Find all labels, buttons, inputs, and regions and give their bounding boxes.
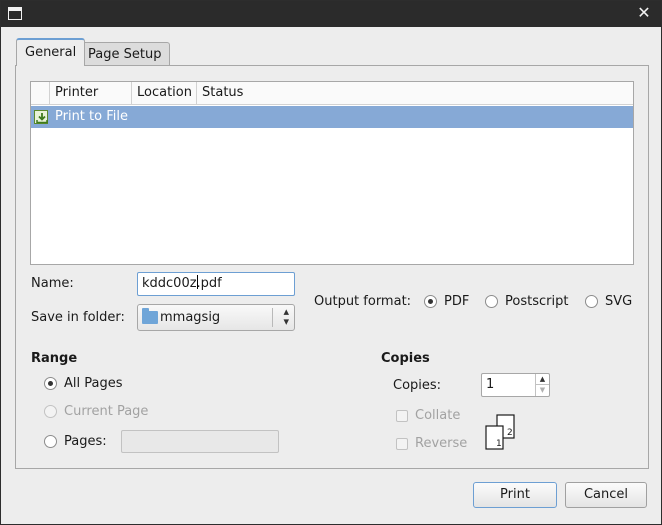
copies-spinner[interactable]: 1 ▲ ▼: [481, 373, 550, 397]
collate-page-number-1: 1: [496, 439, 502, 449]
collate-preview-icon: 2 1: [485, 414, 515, 450]
pages-input[interactable]: [121, 430, 279, 453]
print-button[interactable]: Print: [473, 482, 557, 508]
output-format-postscript-radio[interactable]: [485, 295, 498, 308]
range-pages-radio[interactable]: [44, 435, 57, 448]
column-header-location[interactable]: Location: [131, 82, 196, 104]
save-in-folder-label: Save in folder:: [31, 310, 125, 325]
file-name-input[interactable]: kddc00z.pdf: [137, 272, 295, 296]
chevron-updown-icon: ▴ ▾: [283, 305, 289, 328]
cancel-button[interactable]: Cancel: [565, 482, 647, 508]
range-heading: Range: [31, 351, 78, 366]
reverse-checkbox[interactable]: [396, 438, 408, 450]
reverse-label[interactable]: Reverse: [415, 436, 467, 451]
tab-page-setup[interactable]: Page Setup: [79, 42, 171, 66]
close-button[interactable]: ✕: [635, 4, 653, 22]
file-name-text: kddc00z: [142, 276, 197, 291]
name-label: Name:: [31, 276, 74, 291]
printer-row-print-to-file[interactable]: Print to File: [31, 106, 633, 128]
range-all-pages-radio[interactable]: [44, 377, 57, 390]
column-header-printer[interactable]: Printer: [49, 82, 131, 104]
collate-label[interactable]: Collate: [415, 408, 460, 423]
collate-checkbox[interactable]: [396, 410, 408, 422]
title-bar: ✕: [1, 1, 661, 27]
output-format-pdf-radio[interactable]: [424, 295, 437, 308]
output-format-svg-radio[interactable]: [585, 295, 598, 308]
range-pages-label[interactable]: Pages:: [64, 434, 107, 449]
save-in-folder-select[interactable]: mmagsig ▴ ▾: [137, 304, 295, 331]
collate-page-number-2: 2: [507, 428, 513, 438]
window-icon: [8, 7, 22, 20]
folder-value: mmagsig: [160, 310, 221, 325]
printer-list[interactable]: Printer Location Status Print to File: [30, 81, 634, 265]
range-current-page-label[interactable]: Current Page: [64, 404, 148, 419]
column-header-status[interactable]: Status: [196, 82, 634, 104]
file-name-extension: .pdf: [196, 276, 222, 291]
copies-decrement-button[interactable]: ▼: [535, 385, 549, 396]
copies-increment-button[interactable]: ▲: [535, 374, 549, 385]
column-header-icon[interactable]: [31, 82, 49, 104]
printer-name: Print to File: [55, 109, 128, 124]
range-current-page-radio[interactable]: [44, 405, 57, 418]
print-to-file-icon: [34, 110, 48, 124]
tab-general[interactable]: General: [16, 38, 86, 66]
print-dialog-window: ✕ General Page Setup Printer Location St…: [0, 0, 662, 525]
output-format-label: Output format:: [314, 294, 412, 309]
copies-label: Copies:: [393, 378, 442, 393]
output-format-pdf-label[interactable]: PDF: [444, 294, 469, 309]
copies-value: 1: [486, 377, 495, 392]
copies-heading: Copies: [381, 351, 430, 366]
range-all-pages-label[interactable]: All Pages: [64, 376, 123, 391]
printer-list-header: Printer Location Status: [31, 82, 633, 105]
output-format-postscript-label[interactable]: Postscript: [505, 294, 568, 309]
output-format-svg-label[interactable]: SVG: [605, 294, 632, 309]
select-divider: [272, 308, 273, 327]
folder-icon: [142, 308, 158, 324]
